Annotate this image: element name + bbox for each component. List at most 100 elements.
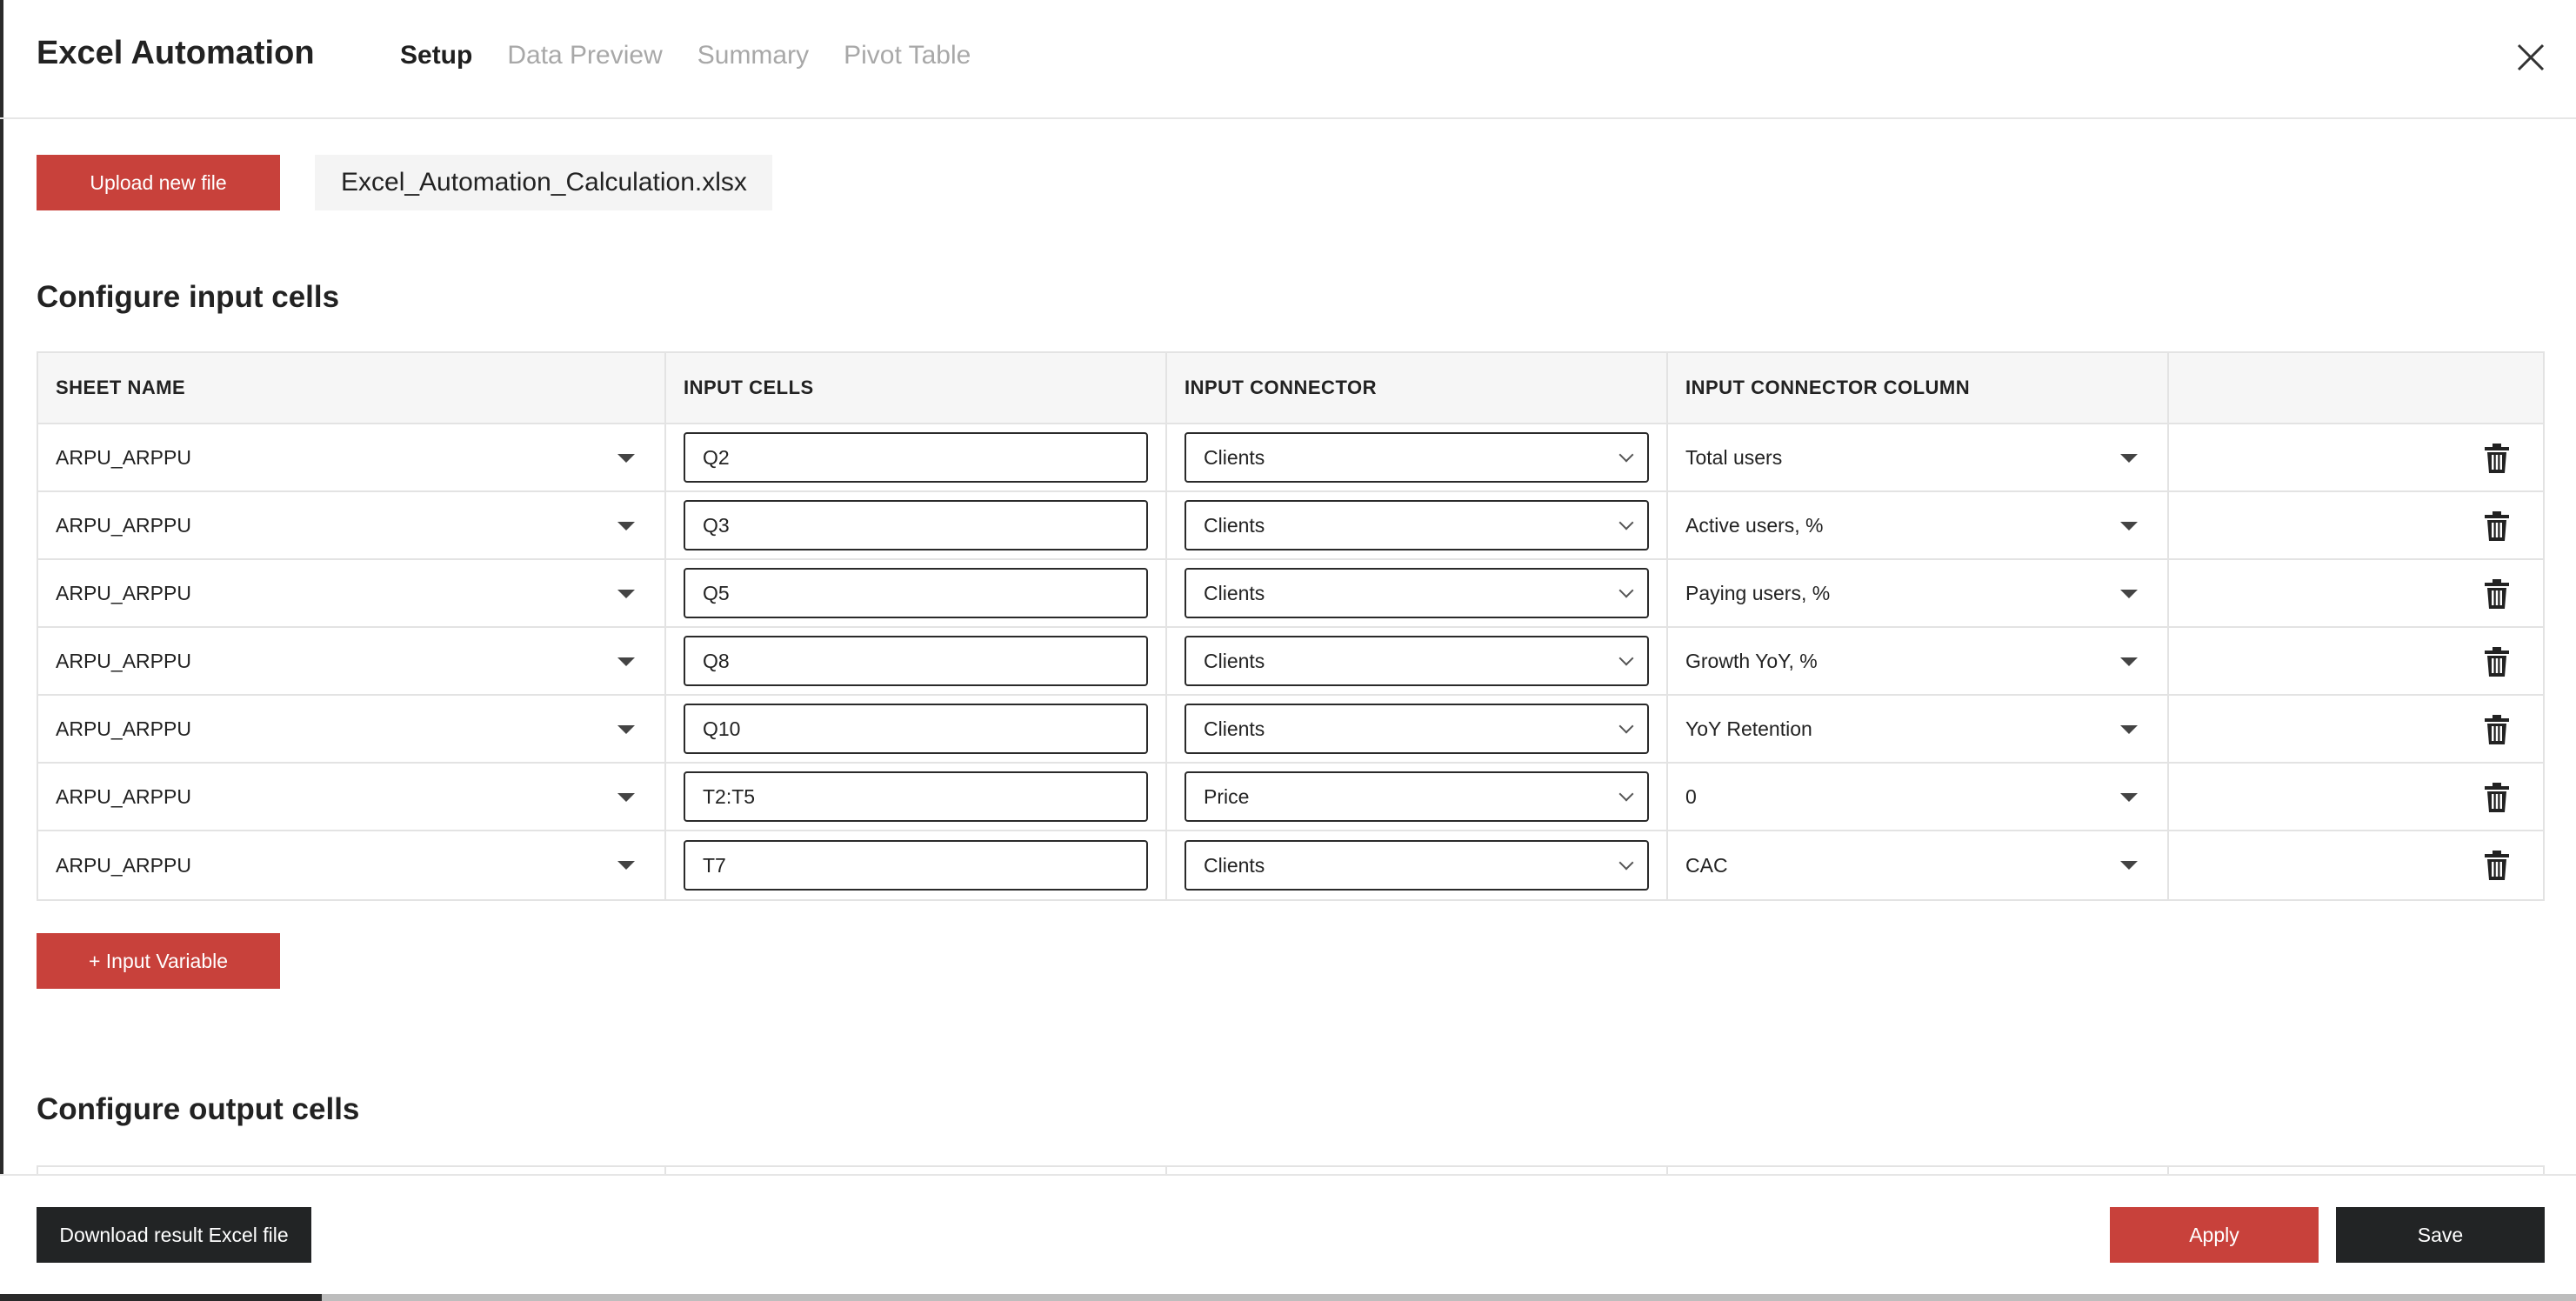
column-header-input-connector: INPUT CONNECTOR: [1167, 353, 1668, 423]
input-connector-select[interactable]: Clients: [1185, 704, 1649, 754]
caret-down-icon[interactable]: [2120, 522, 2138, 530]
input-connector-select[interactable]: Price: [1185, 771, 1649, 822]
connector-column-select[interactable]: Active users, %: [1668, 492, 2169, 558]
input-cells-table: SHEET NAME INPUT CELLS INPUT CONNECTOR I…: [37, 351, 2545, 901]
sheet-name-value: ARPU_ARPPU: [56, 581, 191, 604]
chevron-down-icon: [1618, 718, 1634, 734]
sheet-name-select[interactable]: ARPU_ARPPU: [38, 831, 666, 899]
input-connector-cell: Clients: [1167, 628, 1668, 694]
caret-down-icon[interactable]: [2120, 657, 2138, 666]
table-row: ARPU_ARPPU Q8 Clients Growth YoY, %: [38, 628, 2543, 696]
connector-column-select[interactable]: 0: [1668, 764, 2169, 830]
input-connector-select[interactable]: Clients: [1185, 500, 1649, 550]
connector-column-value: Total users: [1685, 445, 1783, 469]
caret-down-icon[interactable]: [2120, 725, 2138, 734]
input-cells-cell: Q3: [666, 492, 1167, 558]
input-cells-field[interactable]: Q5: [684, 568, 1148, 618]
caret-down-icon[interactable]: [2120, 793, 2138, 802]
input-cells-cell: Q5: [666, 560, 1167, 626]
table-divider: [1666, 1165, 1668, 1174]
sheet-name-select[interactable]: ARPU_ARPPU: [38, 764, 666, 830]
connector-column-select[interactable]: Growth YoY, %: [1668, 628, 2169, 694]
input-connector-cell: Clients: [1167, 696, 1668, 762]
table-divider: [1165, 1165, 1167, 1174]
column-header-input-connector-column: INPUT CONNECTOR COLUMN: [1668, 353, 2169, 423]
sheet-name-select[interactable]: ARPU_ARPPU: [38, 628, 666, 694]
upload-new-file-button[interactable]: Upload new file: [37, 155, 280, 210]
download-result-button[interactable]: Download result Excel file: [37, 1207, 311, 1263]
caret-down-icon[interactable]: [617, 793, 635, 802]
input-connector-cell: Clients: [1167, 831, 1668, 899]
connector-column-value: YoY Retention: [1685, 717, 1812, 740]
window-left-edge: [0, 0, 3, 1301]
trash-icon[interactable]: [2484, 783, 2510, 812]
sheet-name-value: ARPU_ARPPU: [56, 445, 191, 469]
connector-column-select[interactable]: Paying users, %: [1668, 560, 2169, 626]
caret-down-icon[interactable]: [617, 454, 635, 463]
file-name-chip: Excel_Automation_Calculation.xlsx: [315, 155, 772, 210]
apply-button[interactable]: Apply: [2110, 1207, 2319, 1263]
caret-down-icon[interactable]: [617, 522, 635, 530]
row-actions-cell: [2169, 560, 2543, 626]
chevron-down-icon: [1618, 855, 1634, 871]
modal-header: Excel Automation Setup Data Preview Summ…: [0, 0, 2576, 119]
table-divider: [664, 1165, 666, 1174]
input-connector-select[interactable]: Clients: [1185, 636, 1649, 686]
input-cells-field[interactable]: Q3: [684, 500, 1148, 550]
chevron-down-icon: [1618, 447, 1634, 463]
caret-down-icon[interactable]: [617, 725, 635, 734]
connector-column-select[interactable]: Total users: [1668, 424, 2169, 490]
connector-column-value: Paying users, %: [1685, 581, 1831, 604]
caret-down-icon[interactable]: [2120, 861, 2138, 870]
input-cells-cell: Q2: [666, 424, 1167, 490]
input-cells-field[interactable]: Q2: [684, 432, 1148, 483]
trash-icon[interactable]: [2484, 715, 2510, 744]
sheet-name-select[interactable]: ARPU_ARPPU: [38, 696, 666, 762]
connector-column-value: Growth YoY, %: [1685, 649, 1818, 672]
chevron-down-icon: [1618, 583, 1634, 598]
input-connector-value: Clients: [1204, 853, 1265, 877]
trash-icon[interactable]: [2484, 579, 2510, 609]
input-connector-select[interactable]: Clients: [1185, 840, 1649, 891]
caret-down-icon[interactable]: [617, 590, 635, 598]
input-connector-cell: Clients: [1167, 560, 1668, 626]
sheet-name-select[interactable]: ARPU_ARPPU: [38, 560, 666, 626]
input-connector-select[interactable]: Clients: [1185, 568, 1649, 618]
sheet-name-select[interactable]: ARPU_ARPPU: [38, 492, 666, 558]
trash-icon[interactable]: [2484, 444, 2510, 473]
tab-data-preview[interactable]: Data Preview: [507, 41, 662, 70]
input-cells-field[interactable]: Q10: [684, 704, 1148, 754]
sheet-name-select[interactable]: ARPU_ARPPU: [38, 424, 666, 490]
input-connector-select[interactable]: Clients: [1185, 432, 1649, 483]
caret-down-icon[interactable]: [617, 657, 635, 666]
table-row: ARPU_ARPPU Q3 Clients Active users, %: [38, 492, 2543, 560]
close-icon[interactable]: [2513, 40, 2548, 75]
chevron-down-icon: [1618, 515, 1634, 530]
caret-down-icon[interactable]: [2120, 454, 2138, 463]
connector-column-value: CAC: [1685, 853, 1728, 877]
input-connector-value: Clients: [1204, 717, 1265, 740]
connector-column-select[interactable]: CAC: [1668, 831, 2169, 899]
trash-icon[interactable]: [2484, 851, 2510, 880]
input-cells-field[interactable]: T2:T5: [684, 771, 1148, 822]
row-actions-cell: [2169, 628, 2543, 694]
tab-summary[interactable]: Summary: [697, 41, 809, 70]
window-bottom-strip-dark: [0, 1294, 322, 1301]
tab-setup[interactable]: Setup: [400, 41, 472, 70]
caret-down-icon[interactable]: [2120, 590, 2138, 598]
tab-pivot-table[interactable]: Pivot Table: [844, 41, 971, 70]
add-input-variable-button[interactable]: + Input Variable: [37, 933, 280, 989]
output-section-title: Configure output cells: [37, 1092, 360, 1126]
table-header: SHEET NAME INPUT CELLS INPUT CONNECTOR I…: [38, 353, 2543, 424]
caret-down-icon[interactable]: [617, 861, 635, 870]
connector-column-select[interactable]: YoY Retention: [1668, 696, 2169, 762]
trash-icon[interactable]: [2484, 511, 2510, 541]
input-cells-field[interactable]: Q8: [684, 636, 1148, 686]
row-actions-cell: [2169, 696, 2543, 762]
trash-icon[interactable]: [2484, 647, 2510, 677]
input-cells-field[interactable]: T7: [684, 840, 1148, 891]
row-actions-cell: [2169, 831, 2543, 899]
column-header-input-cells: INPUT CELLS: [666, 353, 1167, 423]
save-button[interactable]: Save: [2336, 1207, 2545, 1263]
sheet-name-value: ARPU_ARPPU: [56, 717, 191, 740]
